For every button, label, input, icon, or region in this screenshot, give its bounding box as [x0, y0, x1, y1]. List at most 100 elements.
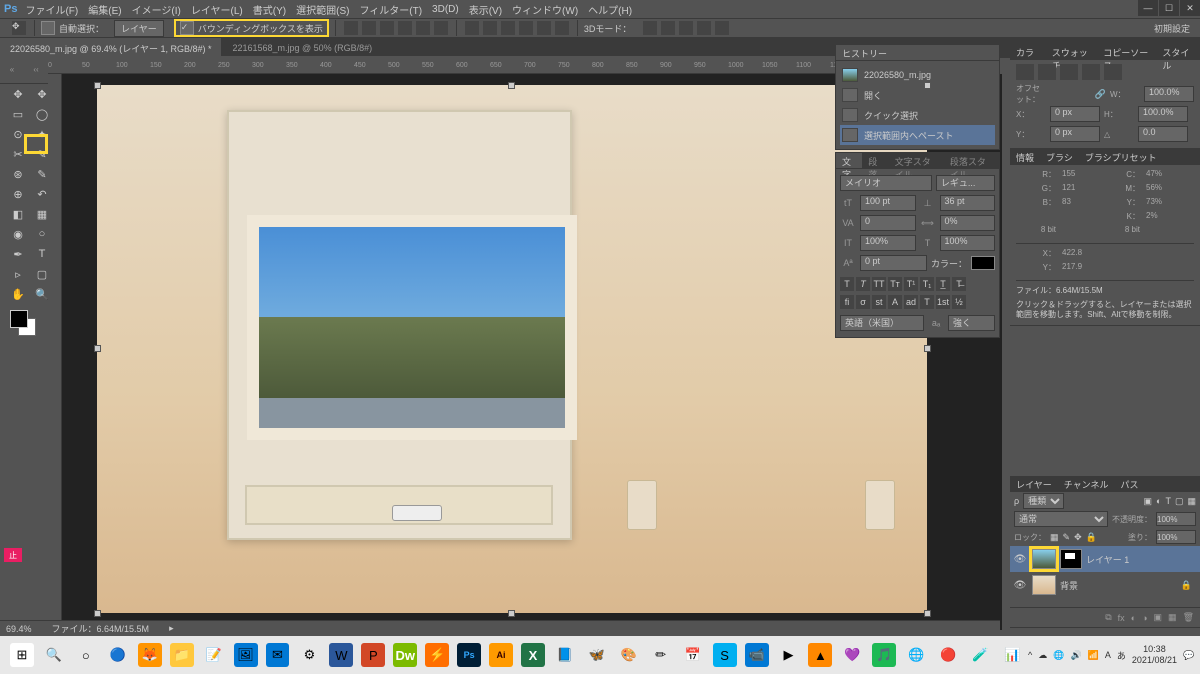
menu-select[interactable]: 選択範囲(S) [296, 2, 349, 17]
transform-handle[interactable] [924, 82, 931, 89]
new-layer-icon[interactable]: ▦ [1168, 612, 1177, 623]
history-tab[interactable]: ヒストリー [836, 45, 893, 60]
fx-icon[interactable]: fx [1118, 613, 1125, 623]
show-bounding-box-option[interactable]: ✓ バウンディングボックスを表示 [174, 19, 329, 37]
menu-type[interactable]: 書式(Y) [253, 2, 286, 17]
filter-smart-icon[interactable]: ▦ [1187, 496, 1196, 507]
otf-button[interactable]: σ [856, 295, 870, 309]
outlook-icon[interactable]: ✉ [266, 643, 290, 667]
transform-handle[interactable] [94, 345, 101, 352]
otf-button[interactable]: A [888, 295, 902, 309]
otf-button[interactable]: ad [904, 295, 918, 309]
char-tab[interactable]: 文字 [836, 153, 862, 168]
history-item[interactable]: 22026580_m.jpg [840, 65, 995, 85]
chrome-icon[interactable]: 🔵 [106, 643, 130, 667]
align-icon[interactable] [362, 21, 376, 35]
pen-tool[interactable]: ✒ [6, 244, 30, 264]
app-icon[interactable]: 📅 [681, 643, 705, 667]
clone-w[interactable]: 100.0% [1144, 86, 1194, 102]
layer-name[interactable]: 背景 [1060, 579, 1078, 592]
otf-button[interactable]: 1st [936, 295, 950, 309]
baseline[interactable]: 0 pt [860, 255, 927, 271]
para-tab[interactable]: 段落 [862, 153, 888, 168]
otf-button[interactable]: ½ [952, 295, 966, 309]
transform-handle[interactable] [508, 82, 515, 89]
layer-name[interactable]: レイヤー 1 [1086, 553, 1129, 566]
visibility-icon[interactable]: 👁 [1012, 554, 1028, 565]
font-size[interactable]: 100 pt [860, 195, 916, 211]
menu-3d[interactable]: 3D(D) [432, 4, 459, 15]
italic-button[interactable]: T [856, 277, 870, 291]
status-file[interactable]: ファイル：6.64M/15.5M [52, 622, 150, 635]
auto-select-checkbox[interactable] [41, 21, 55, 35]
threed-icon[interactable] [661, 21, 675, 35]
font-style[interactable]: レギュ... [936, 175, 995, 191]
status-zoom[interactable]: 69.4% [6, 624, 32, 634]
layer-thumbnail[interactable] [1032, 575, 1056, 595]
app-icon[interactable]: ✏ [649, 643, 673, 667]
layers-tab[interactable]: レイヤー [1010, 476, 1058, 491]
parastyle-tab[interactable]: 段落スタイル [944, 153, 999, 168]
filter-adj-icon[interactable]: ◐ [1156, 496, 1161, 506]
app-icon[interactable]: 🎨 [617, 643, 641, 667]
menu-layer[interactable]: レイヤー(L) [191, 2, 243, 17]
color-tab[interactable]: カラー [1010, 44, 1046, 59]
layer-kind-select[interactable]: 種類 [1023, 493, 1064, 509]
app-icon[interactable]: 💜 [840, 643, 864, 667]
clone-src-3[interactable] [1060, 64, 1078, 80]
move-tool[interactable]: ✥ [6, 84, 30, 104]
tray-network-icon[interactable]: 🌐 [1053, 650, 1064, 661]
cortana-icon[interactable]: ○ [74, 643, 98, 667]
layer-row[interactable]: 👁 レイヤー 1 [1010, 546, 1200, 572]
transform-handle[interactable] [94, 610, 101, 617]
subscript-button[interactable]: T₁ [920, 277, 934, 291]
explorer-icon[interactable]: 📁 [170, 643, 194, 667]
superscript-button[interactable]: T¹ [904, 277, 918, 291]
path-tool[interactable]: ▹ [6, 264, 30, 284]
app-icon[interactable]: 📘 [553, 643, 577, 667]
app-icon[interactable]: 🦋 [585, 643, 609, 667]
distribute-icon[interactable] [501, 21, 515, 35]
window-close[interactable]: ✕ [1180, 0, 1200, 16]
opacity-input[interactable] [1156, 512, 1196, 526]
dreamweaver-icon[interactable]: Dw [393, 643, 417, 667]
menu-filter[interactable]: フィルター(T) [359, 2, 422, 17]
vscale[interactable]: 100% [860, 235, 916, 251]
tray-wifi-icon[interactable]: 📶 [1088, 650, 1099, 661]
distribute-icon[interactable] [483, 21, 497, 35]
excel-icon[interactable]: X [521, 643, 545, 667]
app-icon[interactable]: 🧪 [968, 643, 992, 667]
clone-y[interactable]: 0 px [1050, 126, 1100, 142]
history-item[interactable]: 開く [840, 85, 995, 105]
skype-icon[interactable]: S [713, 643, 737, 667]
clone-h[interactable]: 100.0% [1138, 106, 1188, 122]
visibility-icon[interactable]: 👁 [1012, 580, 1028, 591]
illustrator-icon[interactable]: Ai [489, 643, 513, 667]
transform-handle[interactable] [924, 345, 931, 352]
transform-handle[interactable] [94, 82, 101, 89]
antialias-select[interactable]: 強く [948, 315, 995, 331]
window-maximize[interactable]: ☐ [1159, 0, 1179, 16]
menu-view[interactable]: 表示(V) [469, 2, 502, 17]
status-arrow[interactable]: ▸ [169, 623, 174, 634]
tray-lang[interactable]: A [1105, 650, 1111, 660]
lock-transparent-icon[interactable]: ▦ [1050, 532, 1059, 543]
threed-icon[interactable] [643, 21, 657, 35]
vlc-icon[interactable]: ▲ [808, 643, 832, 667]
distribute-icon[interactable] [537, 21, 551, 35]
language-select[interactable]: 英語（米国） [840, 315, 924, 331]
layer-thumbnail[interactable] [1032, 549, 1056, 569]
mask-icon[interactable]: ◐ [1131, 613, 1136, 623]
bold-button[interactable]: T [840, 277, 854, 291]
link-icon[interactable]: 🔗 [1095, 89, 1106, 100]
channels-tab[interactable]: チャンネル [1058, 476, 1115, 491]
transform-handle[interactable] [924, 610, 931, 617]
otf-button[interactable]: T [920, 295, 934, 309]
distribute-icon[interactable] [465, 21, 479, 35]
layer-kind-icon[interactable]: ρ [1014, 496, 1019, 506]
document-tab-active[interactable]: 22026580_m.jpg @ 69.4% (レイヤー 1, RGB/8#) … [0, 38, 221, 58]
layer-row-bg[interactable]: 👁 背景 🔒 [1010, 572, 1200, 598]
menu-help[interactable]: ヘルプ(H) [588, 2, 632, 17]
clonesource-tab[interactable]: コピーソース [1097, 44, 1156, 59]
foreground-color[interactable] [10, 310, 28, 328]
